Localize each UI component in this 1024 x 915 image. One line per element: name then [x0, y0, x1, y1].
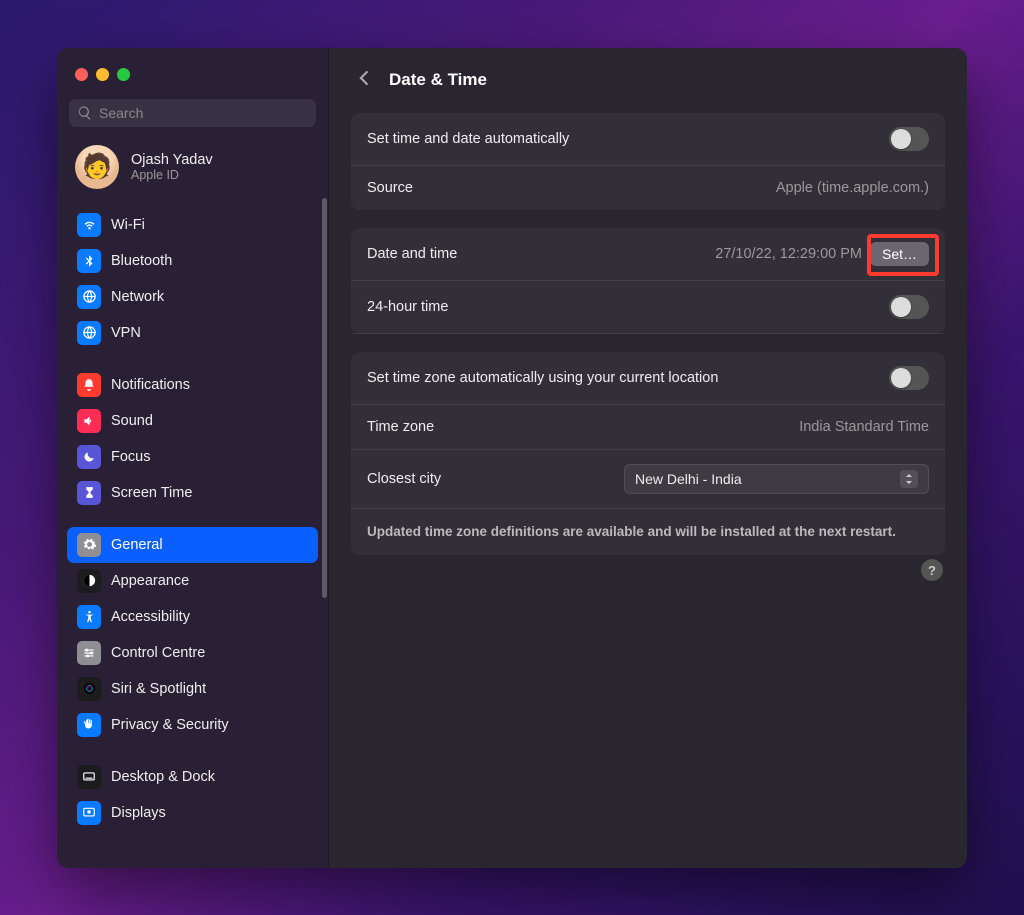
page-title: Date & Time [389, 70, 487, 90]
sidebar-item-accessibility[interactable]: Accessibility [67, 599, 318, 635]
sidebar-item-desktop-dock[interactable]: Desktop & Dock [67, 759, 318, 795]
set-button[interactable]: Set… [870, 242, 929, 266]
wifi-icon [77, 213, 101, 237]
back-button[interactable] [355, 68, 375, 93]
maximize-window-button[interactable] [117, 68, 130, 81]
chevron-updown-icon [900, 470, 918, 488]
source-value: Apple (time.apple.com.) [776, 180, 929, 196]
auto-tz-row: Set time zone automatically using your c… [351, 352, 945, 405]
date-time-panel: Date and time 27/10/22, 12:29:00 PM Set…… [351, 228, 945, 334]
sidebar-item-appearance[interactable]: Appearance [67, 563, 318, 599]
sidebar-scrollbar[interactable] [322, 198, 327, 598]
settings-window: Search 🧑 Ojash Yadav Apple ID Wi-Fi Bluet… [57, 48, 967, 868]
chevron-left-icon [355, 68, 375, 88]
sidebar-item-label: General [111, 537, 163, 553]
hour24-label: 24-hour time [367, 299, 448, 315]
auto-time-label: Set time and date automatically [367, 131, 569, 147]
search-placeholder: Search [99, 105, 143, 121]
auto-tz-label: Set time zone automatically using your c… [367, 370, 718, 386]
sidebar-item-label: Appearance [111, 573, 189, 589]
sidebar-item-notifications[interactable]: Notifications [67, 367, 318, 403]
search-icon [77, 105, 93, 121]
sidebar-item-apple-id[interactable]: 🧑 Ojash Yadav Apple ID [57, 139, 328, 203]
sidebar-item-vpn[interactable]: VPN [67, 315, 318, 351]
sidebar-item-label: Wi-Fi [111, 217, 145, 233]
display-icon [77, 801, 101, 825]
tz-row: Time zone India Standard Time [351, 405, 945, 450]
globe-icon [77, 321, 101, 345]
search-input[interactable]: Search [69, 99, 316, 127]
sidebar-item-focus[interactable]: Focus [67, 439, 318, 475]
tz-value: India Standard Time [799, 419, 929, 435]
tz-label: Time zone [367, 419, 434, 435]
sliders-icon [77, 641, 101, 665]
hour24-row: 24-hour time [351, 281, 945, 334]
sidebar-item-label: Privacy & Security [111, 717, 229, 733]
sidebar-item-siri-spotlight[interactable]: Siri & Spotlight [67, 671, 318, 707]
auto-time-row: Set time and date automatically [351, 113, 945, 166]
sidebar-item-label: Bluetooth [111, 253, 172, 269]
sidebar-item-label: Desktop & Dock [111, 769, 215, 785]
sidebar-item-wi-fi[interactable]: Wi-Fi [67, 207, 318, 243]
closest-city-select[interactable]: New Delhi - India [624, 464, 929, 494]
content-pane: Date & Time Set time and date automatica… [329, 48, 967, 868]
sidebar-item-control-centre[interactable]: Control Centre [67, 635, 318, 671]
sidebar-item-sound[interactable]: Sound [67, 403, 318, 439]
sidebar-item-network[interactable]: Network [67, 279, 318, 315]
tz-update-note: Updated time zone definitions are availa… [351, 509, 945, 556]
dock-icon [77, 765, 101, 789]
closest-city-row: Closest city New Delhi - India [351, 450, 945, 509]
timezone-panel: Set time zone automatically using your c… [351, 352, 945, 556]
hourglass-icon [77, 481, 101, 505]
hour24-toggle[interactable] [889, 295, 929, 319]
sidebar-item-label: Siri & Spotlight [111, 681, 206, 697]
date-time-label: Date and time [367, 246, 457, 262]
speaker-icon [77, 409, 101, 433]
source-label: Source [367, 180, 413, 196]
help-button[interactable]: ? [921, 559, 943, 581]
sidebar-item-label: Screen Time [111, 485, 192, 501]
access-icon [77, 605, 101, 629]
sidebar-item-label: Control Centre [111, 645, 205, 661]
bell-icon [77, 373, 101, 397]
sidebar-item-label: VPN [111, 325, 141, 341]
sidebar-item-label: Sound [111, 413, 153, 429]
globe-icon [77, 285, 101, 309]
gear-icon [77, 533, 101, 557]
sidebar: Search 🧑 Ojash Yadav Apple ID Wi-Fi Bluet… [57, 48, 329, 868]
siri-icon [77, 677, 101, 701]
sidebar-item-privacy-security[interactable]: Privacy & Security [67, 707, 318, 743]
sidebar-item-bluetooth[interactable]: Bluetooth [67, 243, 318, 279]
bluetooth-icon [77, 249, 101, 273]
sidebar-item-screen-time[interactable]: Screen Time [67, 475, 318, 511]
user-name: Ojash Yadav [131, 152, 213, 168]
auto-tz-toggle[interactable] [889, 366, 929, 390]
sidebar-item-label: Notifications [111, 377, 190, 393]
close-window-button[interactable] [75, 68, 88, 81]
minimize-window-button[interactable] [96, 68, 109, 81]
sidebar-item-label: Focus [111, 449, 151, 465]
date-time-value: 27/10/22, 12:29:00 PM [715, 246, 862, 262]
sidebar-item-label: Accessibility [111, 609, 190, 625]
auto-time-toggle[interactable] [889, 127, 929, 151]
user-subtitle: Apple ID [131, 168, 213, 182]
sidebar-item-label: Displays [111, 805, 166, 821]
sidebar-item-general[interactable]: General [67, 527, 318, 563]
source-row: Source Apple (time.apple.com.) [351, 166, 945, 210]
sidebar-item-label: Network [111, 289, 164, 305]
closest-city-value: New Delhi - India [635, 471, 742, 487]
hand-icon [77, 713, 101, 737]
traffic-lights [57, 58, 328, 99]
auto-time-panel: Set time and date automatically Source A… [351, 113, 945, 210]
closest-city-label: Closest city [367, 471, 441, 487]
contrast-icon [77, 569, 101, 593]
sidebar-item-displays[interactable]: Displays [67, 795, 318, 831]
avatar: 🧑 [75, 145, 119, 189]
sidebar-nav: Wi-Fi Bluetooth Network VPN Notifications Sou… [57, 203, 328, 868]
moon-icon [77, 445, 101, 469]
date-time-row: Date and time 27/10/22, 12:29:00 PM Set… [351, 228, 945, 281]
